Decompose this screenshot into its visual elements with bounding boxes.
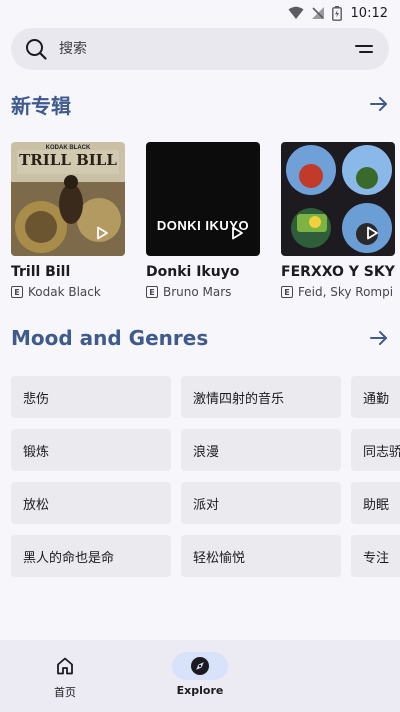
album-meta: E Kodak Black bbox=[11, 285, 125, 299]
nav-label-explore[interactable]: Explore bbox=[177, 684, 224, 697]
genre-chip[interactable]: 派对 bbox=[181, 482, 341, 524]
wifi-icon bbox=[288, 6, 304, 19]
album-cover[interactable]: DONKI IKUYO bbox=[146, 142, 260, 256]
search-icon[interactable] bbox=[25, 38, 47, 60]
album-card[interactable]: DONKI IKUYO Donki Ikuyo E Bruno Mars bbox=[146, 142, 260, 299]
album-title[interactable]: Trill Bill bbox=[11, 264, 125, 280]
play-icon[interactable] bbox=[230, 226, 244, 240]
genre-chip[interactable]: 专注 bbox=[351, 535, 400, 577]
album-carousel[interactable]: KODAK BLACK TRILL BILL Trill Bill E Koda… bbox=[11, 142, 400, 302]
search-input[interactable] bbox=[59, 41, 353, 57]
nav-label-home[interactable]: 首页 bbox=[54, 684, 76, 700]
genre-chip[interactable]: 悲伤 bbox=[11, 376, 171, 418]
genre-chip[interactable]: 同志骄 bbox=[351, 429, 400, 471]
nav-item-home[interactable]: 首页 bbox=[0, 640, 130, 712]
album-artist[interactable]: Bruno Mars bbox=[163, 285, 231, 299]
arrow-right-icon[interactable] bbox=[369, 94, 389, 114]
genre-chip[interactable]: 激情四射的音乐 bbox=[181, 376, 341, 418]
album-card[interactable]: FERXXO Y SKY R E Feid, Sky Rompi bbox=[281, 142, 400, 299]
genre-chip[interactable]: 通勤 bbox=[351, 376, 400, 418]
album-title[interactable]: FERXXO Y SKY R bbox=[281, 264, 400, 280]
battery-icon bbox=[331, 5, 342, 21]
album-cover[interactable]: KODAK BLACK TRILL BILL bbox=[11, 142, 125, 256]
genre-chip[interactable]: 浪漫 bbox=[181, 429, 341, 471]
nav-item-explore[interactable]: Explore bbox=[135, 640, 265, 712]
nav-icon-container[interactable] bbox=[37, 652, 93, 680]
genres-header: Mood and Genres bbox=[11, 323, 389, 353]
play-icon[interactable] bbox=[365, 226, 379, 240]
status-bar: 10:12 bbox=[0, 0, 400, 26]
explore-icon[interactable] bbox=[190, 656, 210, 676]
explicit-badge: E bbox=[146, 286, 158, 298]
arrow-right-icon[interactable] bbox=[369, 328, 389, 348]
album-artist[interactable]: Kodak Black bbox=[28, 285, 101, 299]
album-cover-text: TRILL BILL bbox=[19, 151, 117, 169]
explicit-badge: E bbox=[281, 286, 293, 298]
status-time: 10:12 bbox=[350, 5, 388, 21]
new-albums-header: 新专辑 bbox=[11, 89, 389, 119]
nav-icon-container[interactable] bbox=[172, 652, 228, 680]
new-albums-title: 新专辑 bbox=[11, 93, 71, 118]
play-icon[interactable] bbox=[95, 226, 109, 240]
search-bar[interactable] bbox=[11, 28, 389, 70]
album-cover[interactable] bbox=[281, 142, 395, 256]
album-artist[interactable]: Feid, Sky Rompi bbox=[298, 285, 393, 299]
genre-chip[interactable]: 锻炼 bbox=[11, 429, 171, 471]
album-title[interactable]: Donki Ikuyo bbox=[146, 264, 260, 280]
album-meta: E Feid, Sky Rompi bbox=[281, 285, 395, 299]
genre-chip[interactable]: 放松 bbox=[11, 482, 171, 524]
filter-icon[interactable] bbox=[353, 38, 375, 60]
genres-title: Mood and Genres bbox=[11, 326, 209, 350]
genre-chip[interactable]: 黑人的命也是命 bbox=[11, 535, 171, 577]
genres-grid[interactable]: 悲伤 激情四射的音乐 通勤 锻炼 浪漫 同志骄 放松 派对 助眠 黑人的命也是命… bbox=[11, 376, 400, 582]
explicit-badge: E bbox=[11, 286, 23, 298]
album-card[interactable]: KODAK BLACK TRILL BILL Trill Bill E Koda… bbox=[11, 142, 125, 299]
bottom-nav: 首页 Explore bbox=[0, 640, 400, 712]
album-meta: E Bruno Mars bbox=[146, 285, 260, 299]
genre-chip[interactable]: 轻松愉悦 bbox=[181, 535, 341, 577]
signal-icon bbox=[311, 7, 324, 19]
genre-chip[interactable]: 助眠 bbox=[351, 482, 400, 524]
home-icon[interactable] bbox=[55, 656, 75, 676]
